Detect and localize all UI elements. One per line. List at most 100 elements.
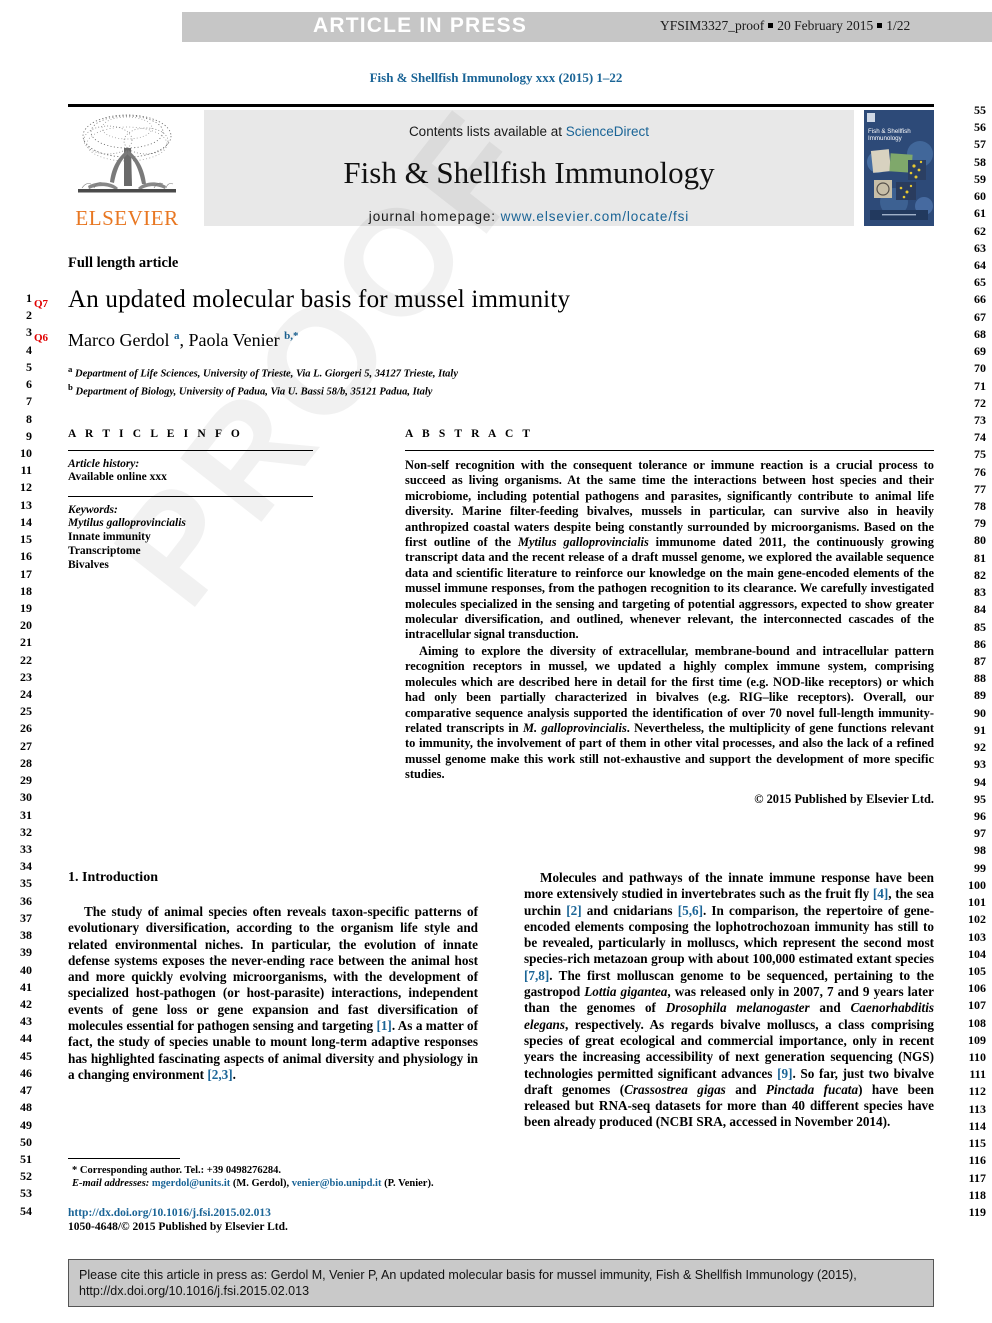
masthead-center-panel: Contents lists available at ScienceDirec… [204, 110, 854, 226]
line-number: 90 [974, 705, 986, 720]
line-number: 89 [974, 688, 986, 703]
line-number: 86 [974, 636, 986, 651]
keyword-item: Transcriptome [68, 545, 141, 557]
line-number: 71 [974, 378, 986, 393]
keywords-rule [68, 496, 313, 497]
line-number: 16 [20, 549, 32, 564]
email-link-gerdol[interactable]: mgerdol@units.it [152, 1178, 230, 1189]
line-number: 76 [974, 464, 986, 479]
keyword-item: Innate immunity [68, 531, 151, 543]
line-number: 10 [20, 445, 32, 460]
line-number: 95 [974, 791, 986, 806]
line-number: 8 [26, 411, 32, 426]
page-title: An updated molecular basis for mussel im… [68, 286, 571, 313]
line-number: 51 [20, 1151, 32, 1166]
footnote-rule [68, 1158, 180, 1159]
line-number: 17 [20, 566, 32, 581]
citation-footer-box: Please cite this article in press as: Ge… [68, 1259, 934, 1307]
line-number: 38 [20, 928, 32, 943]
sciencedirect-link[interactable]: ScienceDirect [566, 124, 649, 139]
line-number: 46 [20, 1065, 32, 1080]
journal-masthead: ELSEVIER Contents lists available at Sci… [68, 104, 934, 230]
affiliation-b-text: Department of Biology, University of Pad… [72, 386, 433, 397]
email-addresses-note: E-mail addresses: mgerdol@units.it (M. G… [68, 1177, 478, 1190]
line-number: 21 [20, 635, 32, 650]
footnote-block: * Corresponding author. Tel.: +39 049827… [68, 1158, 478, 1190]
corresponding-author-note: * Corresponding author. Tel.: +39 049827… [72, 1165, 282, 1176]
journal-cover-thumbnail: Fish & Shellfish Immunology [864, 110, 934, 226]
line-number: 57 [974, 137, 986, 152]
line-number: 55 [974, 103, 986, 117]
line-number: 73 [974, 412, 986, 427]
line-number: 92 [974, 740, 986, 755]
line-number: 85 [974, 619, 986, 634]
line-numbers-left: 1 2 3 4 5 6 7 8 9 10 11 12 13 14 15 16 17 18 19 20 21 22 23 24 2… [6, 290, 32, 1220]
affiliation-b: b Department of Biology, University of P… [68, 381, 934, 399]
contents-available-line: Contents lists available at ScienceDirec… [204, 124, 854, 139]
line-number: 63 [974, 240, 986, 255]
doi-link[interactable]: http://dx.doi.org/10.1016/j.fsi.2015.02.… [68, 1206, 488, 1220]
journal-cover-artwork-icon: Fish & Shellfish Immunology [864, 110, 934, 226]
masthead-top-rule [68, 104, 934, 107]
journal-homepage-link[interactable]: www.elsevier.com/locate/fsi [501, 209, 690, 224]
journal-title: Fish & Shellfish Immunology [343, 155, 715, 190]
line-number: 54 [20, 1203, 32, 1218]
line-number: 35 [20, 876, 32, 891]
line-number: 119 [968, 1205, 986, 1219]
query-marker-q6[interactable]: Q6 [34, 330, 56, 364]
line-number: 72 [974, 395, 986, 410]
line-number: 77 [974, 481, 986, 496]
line-number: 97 [974, 826, 986, 841]
article-header: Full length article An updated molecular… [68, 255, 934, 398]
line-number: 61 [974, 206, 986, 221]
line-number: 117 [968, 1170, 986, 1185]
line-number: 100 [968, 877, 986, 892]
line-number: 4 [26, 342, 32, 357]
line-number: 112 [968, 1084, 986, 1099]
line-number: 12 [20, 480, 32, 495]
line-number: 24 [20, 687, 32, 702]
line-number: 67 [974, 309, 986, 324]
line-number: 103 [968, 929, 986, 944]
article-info-column: A R T I C L E I N F O Article history: A… [68, 428, 313, 572]
proof-date: 20 February 2015 [777, 18, 874, 33]
article-info-heading: A R T I C L E I N F O [68, 428, 243, 440]
line-number: 36 [20, 893, 32, 908]
line-number: 93 [974, 757, 986, 772]
line-number: 34 [20, 859, 32, 874]
proof-page-count: 1/22 [886, 18, 911, 33]
article-type-label: Full length article [68, 255, 179, 271]
line-number: 33 [20, 842, 32, 856]
contents-prefix: Contents lists available at [408, 124, 566, 139]
email-addresses-label: E-mail addresses: [72, 1178, 150, 1189]
line-number: 5 [26, 359, 32, 374]
line-number: 87 [974, 654, 986, 668]
line-number: 45 [20, 1048, 32, 1063]
line-number: 81 [974, 550, 986, 565]
line-number: 25 [20, 704, 32, 719]
keyword-item: Bivalves [68, 559, 109, 571]
line-number: 106 [968, 981, 986, 996]
section-heading-introduction: 1. Introduction [68, 870, 158, 885]
homepage-prefix: journal homepage: [368, 209, 501, 224]
line-number: 27 [20, 738, 32, 753]
email-link-venier[interactable]: venier@bio.unipd.it [292, 1178, 382, 1189]
query-marker-q7[interactable]: Q7 [34, 296, 56, 330]
line-number: 68 [974, 326, 986, 341]
author-2-affil-marker[interactable]: b, [284, 330, 293, 342]
corresponding-author-marker[interactable]: * [293, 330, 299, 342]
line-number: 1 [26, 291, 32, 305]
body-column-right: Molecules and pathways of the innate imm… [524, 870, 934, 1131]
line-number: 102 [968, 912, 986, 927]
line-number: 101 [968, 895, 986, 910]
running-head: Fish & Shellfish Immunology xxx (2015) 1… [369, 70, 623, 85]
abstract-paragraph-1: Non-self recognition with the consequent… [405, 458, 934, 642]
abstract-copyright: © 2015 Published by Elsevier Ltd. [754, 791, 934, 806]
line-number: 74 [974, 430, 986, 445]
line-number: 116 [968, 1153, 986, 1168]
journal-homepage-line: journal homepage: www.elsevier.com/locat… [204, 209, 854, 224]
line-number: 19 [20, 600, 32, 615]
line-number: 113 [968, 1101, 986, 1116]
line-number: 13 [20, 497, 32, 512]
line-number: 18 [20, 583, 32, 598]
